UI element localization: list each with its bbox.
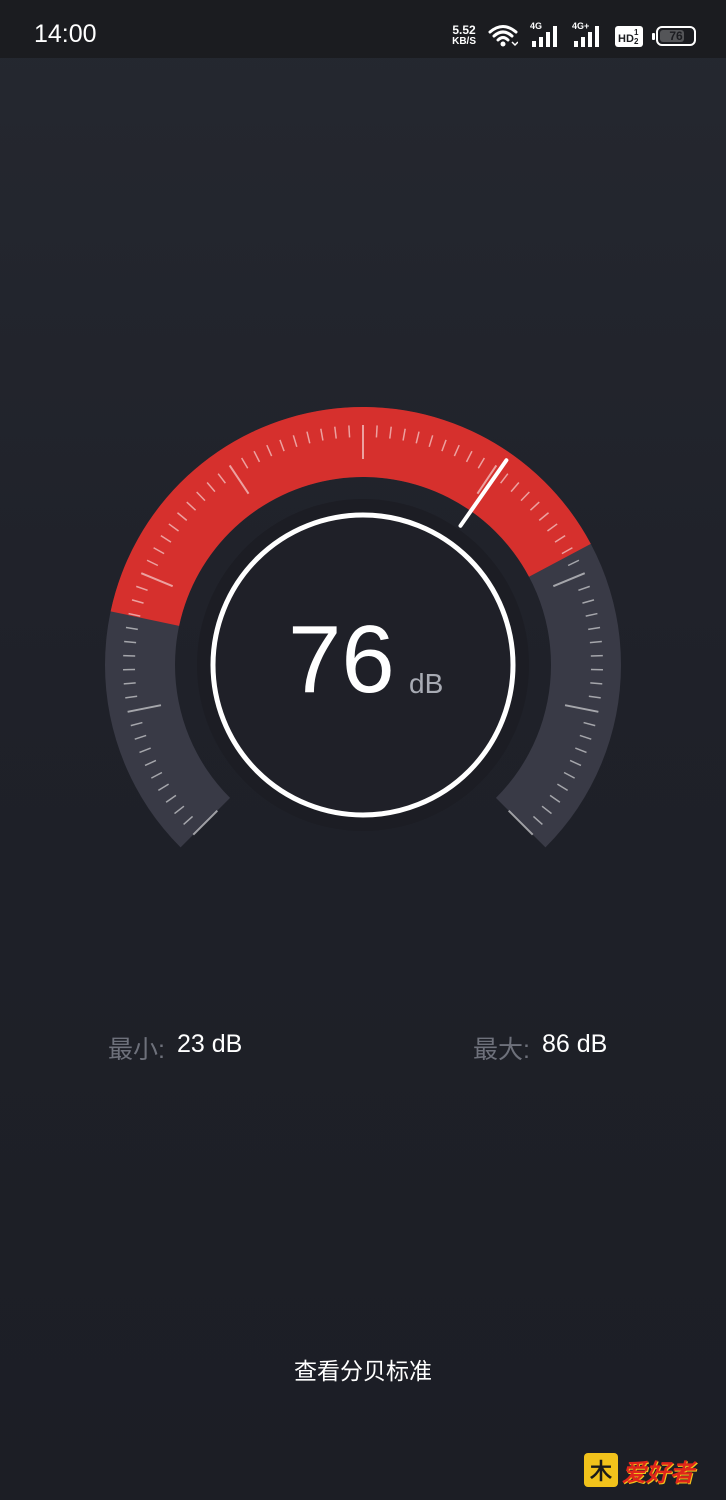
watermark-text: 爱好者 [622, 1459, 694, 1487]
max-value: 86 dB [541, 1030, 608, 1058]
min-stat: 最小: 23 dB [108, 1030, 242, 1066]
current-db-unit: dB [409, 668, 444, 699]
gauge-minor-tick [348, 425, 351, 438]
battery-level: 76 [669, 29, 683, 43]
min-label: 最小: [108, 1036, 165, 1064]
gauge-minor-tick [123, 682, 136, 685]
max-stat: 最大: 86 dB [473, 1030, 607, 1066]
watermark-logo: 木 爱好者 [584, 1450, 704, 1490]
view-decibel-standard-button[interactable]: 查看分贝标准 [0, 1352, 726, 1386]
min-max-stats: 最小: 23 dB 最大: 86 dB [0, 1030, 726, 1070]
current-db-value: 76 [288, 606, 395, 713]
max-label: 最大: [473, 1036, 530, 1064]
watermark-logo-mark: 木 [584, 1453, 618, 1487]
decibel-gauge [105, 406, 621, 848]
min-value: 23 dB [176, 1030, 243, 1058]
gauge-minor-tick [590, 682, 603, 685]
gauge-minor-tick [375, 425, 378, 438]
sound-meter-screen: 14:00 5.52 KB/S 4G 4G+ HD 1 2 76 76 dB 最… [0, 0, 726, 1500]
current-reading: 76 dB [213, 570, 513, 730]
